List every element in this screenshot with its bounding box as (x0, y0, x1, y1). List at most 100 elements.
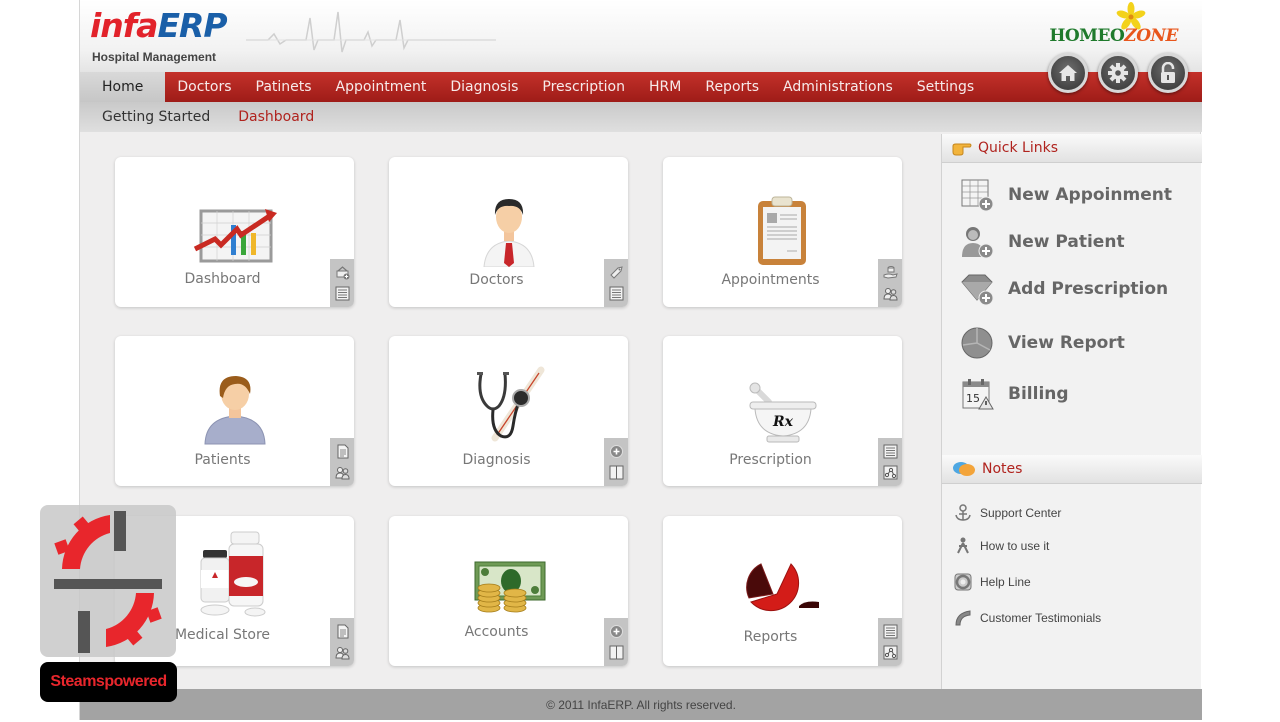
footer: © 2011 InfaERP. All rights reserved. (80, 689, 1202, 720)
watermark-label: Steamspowered (40, 662, 177, 702)
note-label: Customer Testimonials (980, 611, 1102, 625)
home-button[interactable] (1048, 53, 1088, 93)
sub-nav: Getting Started Dashboard (80, 102, 1202, 132)
tile-actions (604, 618, 628, 666)
nav-settings[interactable]: Settings (905, 72, 986, 102)
lifebuoy-icon (954, 573, 972, 591)
logo-erp: ERP (157, 6, 227, 45)
logo-infa: infa (90, 6, 158, 45)
header-round-buttons (1048, 53, 1188, 93)
main-nav-items: Home Doctors Patinets Appointment Diagno… (80, 72, 986, 102)
list-icon[interactable] (608, 286, 624, 302)
quick-link-new-appointment[interactable]: New Appoinment (960, 178, 1172, 212)
nav-home[interactable]: Home (80, 72, 166, 102)
settings-button[interactable] (1098, 53, 1138, 93)
right-sidebar: Quick Links New Appoinment New Patient A… (941, 134, 1202, 690)
quick-link-add-prescription[interactable]: Add Prescription (960, 272, 1168, 306)
document-icon[interactable] (334, 443, 350, 459)
tag-icon[interactable] (608, 264, 624, 280)
share-nodes-icon[interactable] (882, 465, 898, 481)
home-icon (1059, 65, 1077, 81)
tile-label: Appointments (721, 272, 820, 288)
steamspowered-watermark: Steamspowered (40, 505, 177, 702)
tile-diagnosis[interactable]: Diagnosis (389, 336, 628, 486)
users-icon[interactable] (882, 286, 898, 302)
nav-doctors[interactable]: Doctors (165, 72, 243, 102)
tile-actions (878, 438, 902, 486)
note-label: How to use it (980, 539, 1050, 553)
pie-icon (961, 327, 993, 359)
tile-label: Dashboard (184, 271, 261, 287)
users-icon[interactable] (334, 465, 350, 481)
doctor-icon (464, 187, 554, 267)
users-icon[interactable] (334, 645, 350, 661)
user-add-icon (962, 227, 994, 259)
tile-actions (878, 259, 902, 307)
columns-icon[interactable] (608, 645, 624, 661)
note-help-line[interactable]: Help Line (954, 573, 1031, 591)
tile-actions (878, 618, 902, 666)
tile-actions (604, 259, 628, 307)
document-icon[interactable] (334, 623, 350, 639)
quick-link-new-patient[interactable]: New Patient (960, 225, 1125, 259)
plus-circle-icon[interactable] (608, 623, 624, 639)
patient-icon (190, 366, 280, 446)
logo-wordmark: infaERP (90, 6, 228, 46)
calendar-warning-icon: 15 (962, 379, 994, 410)
calendar-add-icon (961, 179, 994, 212)
tile-label: Prescription (729, 452, 812, 468)
nav-appointment[interactable]: Appointment (324, 72, 439, 102)
tile-reports[interactable]: Reports (663, 516, 902, 666)
notes-header: Notes (942, 455, 1202, 484)
note-customer-testimonials[interactable]: Customer Testimonials (954, 609, 1101, 627)
tile-appointments[interactable]: Appointments (663, 157, 902, 307)
chat-bubbles-icon (953, 462, 975, 476)
tile-label: Doctors (469, 272, 524, 288)
note-support-center[interactable]: Support Center (954, 504, 1061, 522)
basket-add-icon[interactable] (334, 264, 350, 280)
zone-text: ZONE (1124, 26, 1178, 46)
note-label: Support Center (980, 506, 1062, 520)
main-nav: Home Doctors Patinets Appointment Diagno… (80, 72, 1202, 102)
tile-patients[interactable]: Patients (115, 336, 354, 486)
notes-title: Notes (982, 461, 1023, 477)
hand-coins-icon[interactable] (882, 264, 898, 280)
nav-patients[interactable]: Patinets (244, 72, 324, 102)
gear-icon (1108, 63, 1128, 83)
logout-button[interactable] (1148, 53, 1188, 93)
mortar-rx-icon: Rx (738, 366, 828, 446)
tile-accounts[interactable]: Accounts (389, 516, 628, 666)
list-icon[interactable] (334, 286, 350, 302)
list-icon[interactable] (882, 623, 898, 639)
quick-link-label: Add Prescription (1008, 279, 1169, 299)
nav-diagnosis[interactable]: Diagnosis (438, 72, 530, 102)
tile-label: Accounts (464, 624, 529, 640)
clipboard-icon (738, 187, 828, 267)
share-nodes-icon[interactable] (882, 645, 898, 661)
money-icon (464, 534, 554, 614)
tile-label: Patients (194, 452, 251, 468)
tile-actions (330, 618, 354, 666)
tile-dashboard[interactable]: Dashboard (115, 157, 354, 307)
quick-link-view-report[interactable]: View Report (960, 326, 1125, 360)
pie-chart-icon (738, 538, 828, 618)
person-icon (957, 537, 969, 554)
nav-administrations[interactable]: Administrations (771, 72, 905, 102)
stethoscope-icon (464, 366, 554, 446)
list-icon[interactable] (882, 443, 898, 459)
plus-circle-icon[interactable] (608, 443, 624, 459)
infaerp-logo[interactable]: infaERP Hospital Management (90, 6, 250, 66)
gem-add-icon (961, 274, 994, 306)
unlock-icon (1161, 62, 1175, 83)
subnav-dashboard[interactable]: Dashboard (210, 102, 314, 132)
tile-prescription[interactable]: Rx Prescription (663, 336, 902, 486)
subnav-getting-started[interactable]: Getting Started (80, 102, 210, 132)
tile-doctors[interactable]: Doctors (389, 157, 628, 307)
nav-hrm[interactable]: HRM (637, 72, 693, 102)
nav-reports[interactable]: Reports (693, 72, 771, 102)
quick-link-billing[interactable]: 15 Billing (960, 377, 1069, 411)
nav-prescription[interactable]: Prescription (530, 72, 637, 102)
columns-icon[interactable] (608, 465, 624, 481)
note-how-to-use[interactable]: How to use it (954, 537, 1049, 555)
anchor-icon (955, 504, 971, 521)
